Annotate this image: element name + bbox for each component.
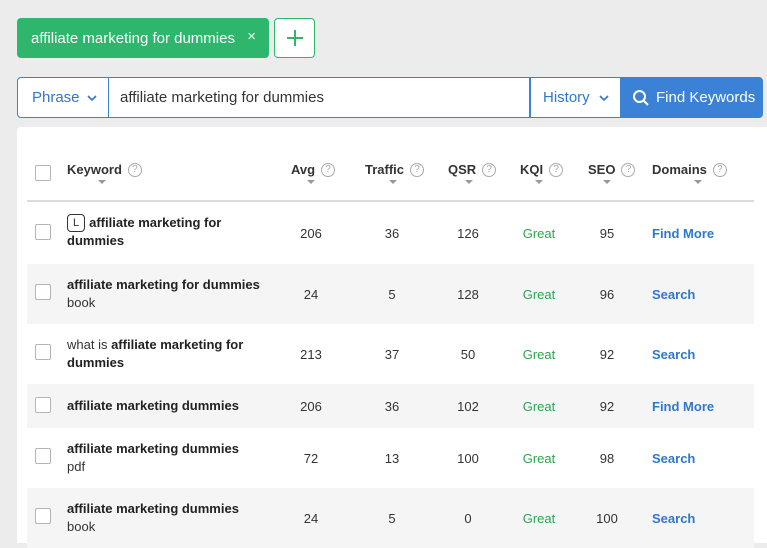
traffic-cell: 5: [388, 287, 396, 302]
avg-cell: 213: [300, 347, 322, 362]
keyword-cell: affiliate marketing dummies pdf: [67, 441, 239, 474]
chevron-down-icon: [599, 95, 609, 102]
kqi-cell: Great: [522, 347, 556, 362]
table-row[interactable]: affiliate marketing dummies 206 36 102 G…: [27, 384, 754, 428]
keyword-cell: affiliate marketing dummies book: [67, 501, 239, 534]
traffic-cell: 37: [384, 347, 400, 362]
chevron-down-icon: [87, 95, 97, 102]
header-seo[interactable]: SEO ?: [588, 162, 636, 177]
keyword-cell: Laffiliate marketing for dummies: [67, 214, 222, 248]
seo-cell: 92: [599, 399, 615, 414]
traffic-cell: 36: [384, 399, 400, 414]
help-icon[interactable]: ?: [712, 162, 727, 177]
header-avg[interactable]: Avg ?: [291, 162, 336, 177]
avg-cell: 72: [303, 451, 319, 466]
avg-cell: 206: [300, 399, 322, 414]
sort-arrow-icon[interactable]: [603, 180, 611, 184]
row-checkbox[interactable]: [35, 397, 51, 413]
domains-link[interactable]: Find More: [652, 226, 714, 241]
avg-cell: 206: [300, 226, 322, 241]
sort-arrow-icon[interactable]: [98, 180, 106, 184]
domains-link[interactable]: Search: [652, 451, 695, 466]
add-tag-button[interactable]: [274, 18, 315, 58]
plus-icon: [286, 30, 303, 46]
qsr-cell: 50: [460, 347, 476, 362]
sort-arrow-icon[interactable]: [535, 180, 543, 184]
table-row[interactable]: affiliate marketing for dummies book 24 …: [27, 264, 754, 324]
search-bar: Phrase affiliate marketing for dummies H…: [17, 77, 763, 118]
sort-arrow-icon[interactable]: [465, 180, 473, 184]
row-checkbox[interactable]: [35, 448, 51, 464]
seo-cell: 96: [599, 287, 615, 302]
help-icon[interactable]: ?: [621, 162, 636, 177]
seo-cell: 100: [596, 511, 618, 526]
header-kqi[interactable]: KQI ?: [520, 162, 564, 177]
avg-cell: 24: [303, 287, 319, 302]
help-icon[interactable]: ?: [549, 162, 564, 177]
help-icon[interactable]: ?: [482, 162, 497, 177]
keyword-search-input[interactable]: affiliate marketing for dummies: [109, 77, 530, 118]
close-icon[interactable]: ×: [247, 28, 256, 45]
domains-link[interactable]: Find More: [652, 399, 714, 414]
domains-link[interactable]: Search: [652, 347, 695, 362]
seo-cell: 95: [599, 226, 615, 241]
match-type-value: Phrase: [32, 89, 80, 106]
keyword-cell: affiliate marketing for dummies book: [67, 277, 260, 310]
kqi-cell: Great: [522, 226, 556, 241]
row-checkbox[interactable]: [35, 344, 51, 360]
match-type-select[interactable]: Phrase: [17, 77, 109, 118]
seo-cell: 98: [599, 451, 615, 466]
table-row[interactable]: what is affiliate marketing for dummies …: [27, 324, 754, 384]
search-icon: [633, 89, 649, 106]
kqi-cell: Great: [522, 399, 556, 414]
history-label: History: [543, 89, 590, 106]
qsr-cell: 100: [457, 451, 479, 466]
keyword-tag-label: affiliate marketing for dummies: [31, 29, 235, 47]
history-select[interactable]: History: [530, 77, 621, 118]
row-checkbox[interactable]: [35, 224, 51, 240]
traffic-cell: 5: [388, 511, 396, 526]
select-all-checkbox[interactable]: [35, 165, 51, 181]
row-checkbox[interactable]: [35, 508, 51, 524]
header-qsr[interactable]: QSR ?: [448, 162, 497, 177]
local-badge: L: [67, 214, 86, 232]
sort-arrow-icon[interactable]: [307, 180, 315, 184]
header-domains[interactable]: Domains ?: [652, 162, 727, 177]
sort-arrow-icon[interactable]: [694, 180, 702, 184]
qsr-cell: 102: [457, 399, 479, 414]
domains-link[interactable]: Search: [652, 511, 695, 526]
kqi-cell: Great: [522, 511, 556, 526]
kqi-cell: Great: [522, 451, 556, 466]
kqi-cell: Great: [522, 287, 556, 302]
qsr-cell: 0: [464, 511, 472, 526]
row-checkbox[interactable]: [35, 284, 51, 300]
find-keywords-button[interactable]: Find Keywords: [621, 77, 763, 118]
traffic-cell: 13: [384, 451, 400, 466]
traffic-cell: 36: [384, 226, 400, 241]
help-icon[interactable]: ?: [410, 162, 425, 177]
keyword-cell: what is affiliate marketing for dummies: [67, 337, 244, 370]
keyword-cell: affiliate marketing dummies: [67, 398, 239, 413]
help-icon[interactable]: ?: [127, 162, 142, 177]
find-keywords-label: Find Keywords: [656, 89, 756, 106]
domains-link[interactable]: Search: [652, 287, 695, 302]
seo-cell: 92: [599, 347, 615, 362]
header-traffic[interactable]: Traffic ?: [365, 162, 425, 177]
help-icon[interactable]: ?: [321, 162, 336, 177]
avg-cell: 24: [303, 511, 319, 526]
qsr-cell: 128: [457, 287, 479, 302]
header-keyword[interactable]: Keyword ?: [67, 162, 142, 177]
results-panel: Keyword ? Avg ? Traffic ? QSR ? KQI ? SE…: [17, 127, 767, 548]
table-row[interactable]: affiliate marketing dummies book 24 5 0 …: [27, 488, 754, 548]
table-row[interactable]: Laffiliate marketing for dummies 206 36 …: [27, 204, 754, 264]
table-row[interactable]: affiliate marketing dummies pdf 72 13 10…: [27, 428, 754, 488]
qsr-cell: 126: [457, 226, 479, 241]
sort-arrow-icon[interactable]: [389, 180, 397, 184]
table-header: Keyword ? Avg ? Traffic ? QSR ? KQI ? SE…: [27, 127, 754, 202]
keyword-tag[interactable]: affiliate marketing for dummies ×: [17, 18, 269, 58]
